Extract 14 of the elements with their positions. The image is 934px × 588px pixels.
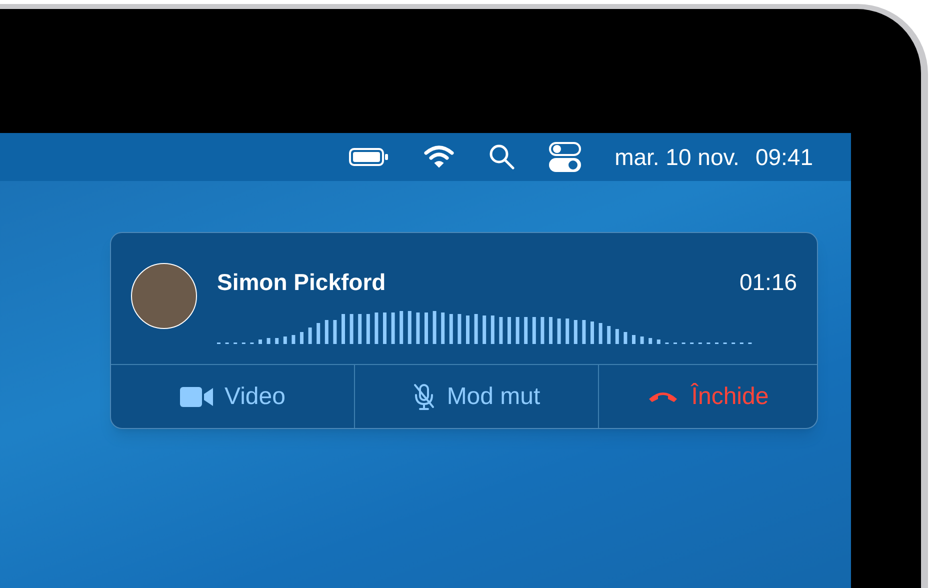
menu-bar-date: mar. 10 nov. [614,142,740,172]
caller-name: Simon Pickford [217,268,386,297]
video-camera-icon [180,386,213,406]
menu-bar-clock: 09:41 [755,142,813,172]
search-icon[interactable] [488,144,515,170]
mute-button[interactable]: Mod mut [355,365,599,428]
wifi-icon [422,145,455,169]
call-duration: 01:16 [739,268,797,297]
toggle-switches-icon[interactable] [548,142,581,172]
muted-microphone-icon [412,382,435,410]
video-button[interactable]: Video [111,365,355,428]
end-call-button[interactable]: Închide [599,365,817,428]
phone-hangup-icon [647,390,680,403]
battery-icon [348,148,389,166]
